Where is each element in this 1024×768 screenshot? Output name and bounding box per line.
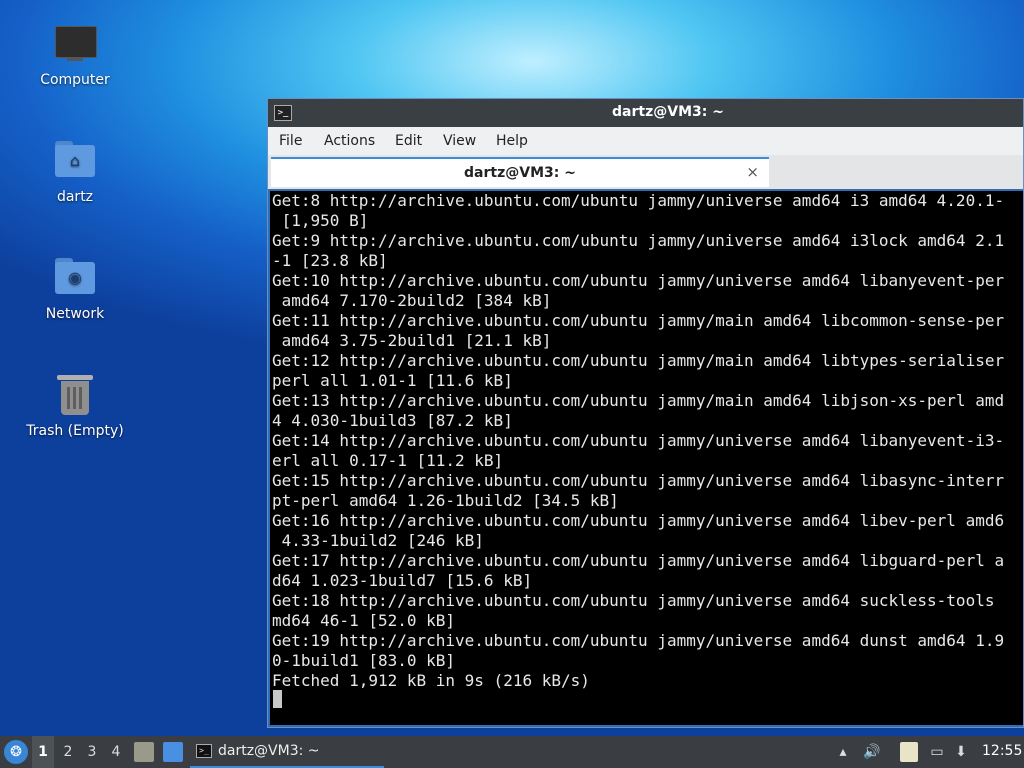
desktop-icon-label: Network [45,306,105,322]
menu-bar: File Actions Edit View Help [268,127,1023,155]
terminal-line: pt-perl amd64 1.26-1build2 [34.5 kB] [272,491,619,510]
terminal-line: Get:12 http://archive.ubuntu.com/ubuntu … [272,351,1005,370]
terminal-line: Get:9 http://archive.ubuntu.com/ubuntu j… [272,231,1005,250]
volume-icon[interactable]: 🔊 [863,742,881,762]
workspace-2[interactable]: 2 [57,736,79,768]
desktop-icon-computer[interactable]: Computer [20,22,130,88]
tab-label: dartz@VM3: ~ [464,165,576,181]
terminal-line: perl all 1.01-1 [11.6 kB] [272,371,513,390]
workspace-3[interactable]: 3 [81,736,103,768]
clock[interactable]: 12:55 [982,743,1022,759]
terminal-line: Get:15 http://archive.ubuntu.com/ubuntu … [272,471,1005,490]
terminal-line: erl all 0.17-1 [11.2 kB] [272,451,504,470]
menu-help[interactable]: Help [496,133,528,149]
computer-icon [53,22,97,66]
desktop-icon-home-folder[interactable]: ⌂ dartz [20,139,130,205]
window-title: dartz@VM3: ~ [612,104,724,120]
terminal-line: Fetched 1,912 kB in 9s (216 kB/s) [272,671,590,690]
terminal-line: Get:10 http://archive.ubuntu.com/ubuntu … [272,271,1005,290]
close-icon[interactable]: × [746,163,759,181]
tab-bar: dartz@VM3: ~ × [268,155,1023,189]
start-menu-icon[interactable]: ❂ [4,740,28,764]
file-manager-icon[interactable] [134,742,154,762]
terminal-line: -1 [23.8 kB] [272,251,388,270]
terminal-line: Get:18 http://archive.ubuntu.com/ubuntu … [272,591,995,610]
terminal-icon: >_ [196,744,212,758]
clipboard-icon[interactable] [900,742,918,762]
show-desktop-icon[interactable] [163,742,183,762]
taskbar-task-terminal[interactable]: >_ dartz@VM3: ~ [190,736,384,768]
menu-actions[interactable]: Actions [324,133,375,149]
terminal-line: Get:11 http://archive.ubuntu.com/ubuntu … [272,311,1005,330]
terminal-line: Get:17 http://archive.ubuntu.com/ubuntu … [272,551,1005,570]
desktop-icon-network[interactable]: ◉ Network [20,256,130,322]
menu-edit[interactable]: Edit [395,133,422,149]
terminal-line: Get:14 http://archive.ubuntu.com/ubuntu … [272,431,1005,450]
trash-icon [53,373,97,417]
terminal-line: 0-1build1 [83.0 kB] [272,651,456,670]
terminal-output[interactable]: Get:8 http://archive.ubuntu.com/ubuntu j… [270,191,1023,725]
home-folder-icon: ⌂ [53,139,97,183]
desktop-icon-trash[interactable]: Trash (Empty) [20,373,130,439]
network-icon[interactable]: ▭ [928,742,946,762]
window-titlebar[interactable]: >_ dartz@VM3: ~ [268,99,1023,127]
terminal-window[interactable]: >_ dartz@VM3: ~ File Actions Edit View H… [267,98,1024,728]
terminal-line: 4.33-1build2 [246 kB] [272,531,484,550]
menu-file[interactable]: File [279,133,302,149]
desktop-icon-label: Trash (Empty) [26,423,124,439]
desktop-icon-label: Computer [40,72,110,88]
terminal-line: Get:8 http://archive.ubuntu.com/ubuntu j… [272,191,1005,210]
terminal-line: Get:16 http://archive.ubuntu.com/ubuntu … [272,511,1005,530]
desktop-icon-label: dartz [56,189,94,205]
terminal-line: md64 46-1 [52.0 kB] [272,611,456,630]
terminal-line: amd64 3.75-2build1 [21.1 kB] [272,331,552,350]
terminal-line: amd64 7.170-2build2 [384 kB] [272,291,552,310]
terminal-line: Get:13 http://archive.ubuntu.com/ubuntu … [272,391,1005,410]
task-label: dartz@VM3: ~ [218,743,320,759]
update-notifier-icon[interactable]: ⬇ [952,742,970,762]
workspace-4[interactable]: 4 [105,736,127,768]
workspace-1[interactable]: 1 [32,736,54,768]
scroll-up-icon[interactable]: ▴ [834,742,852,762]
menu-view[interactable]: View [443,133,476,149]
terminal-line: 4 4.030-1build3 [87.2 kB] [272,411,513,430]
terminal-line: [1,950 B] [272,211,369,230]
terminal-line: Get:19 http://archive.ubuntu.com/ubuntu … [272,631,1005,650]
tab-terminal[interactable]: dartz@VM3: ~ × [271,157,769,187]
network-folder-icon: ◉ [53,256,97,300]
terminal-line: d64 1.023-1build7 [15.6 kB] [272,571,533,590]
taskbar: ❂ 1 2 3 4 >_ dartz@VM3: ~ ▴ 🔊 ▭ ⬇ 12:55 [0,736,1024,768]
text-cursor [273,690,282,708]
